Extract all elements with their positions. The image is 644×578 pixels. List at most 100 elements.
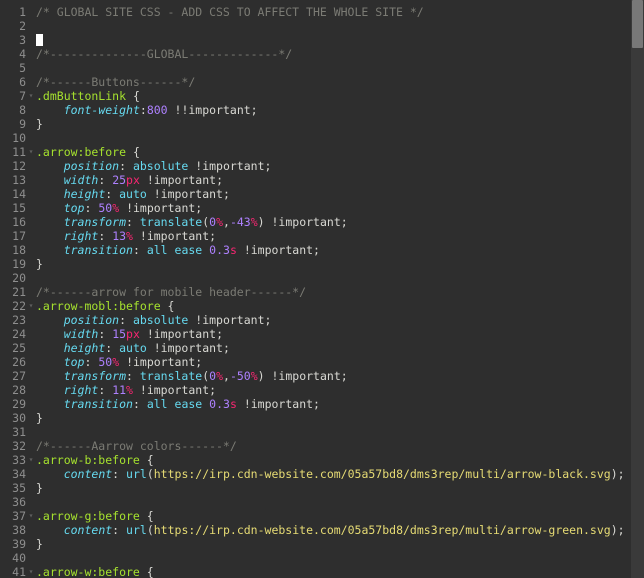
- token-plain: :: [126, 369, 140, 383]
- line-number[interactable]: 36: [0, 495, 26, 509]
- token-property: height: [64, 187, 106, 201]
- code-line[interactable]: 1/* GLOBAL SITE CSS - ADD CSS TO AFFECT …: [0, 5, 631, 19]
- code-line[interactable]: 37▾.arrow-g:before {: [0, 509, 631, 523]
- line-number[interactable]: 7: [0, 89, 26, 103]
- code-line[interactable]: 29 transition: all ease 0.3s !important;: [0, 397, 631, 411]
- code-line[interactable]: 20: [0, 271, 631, 285]
- token-property: position: [64, 159, 119, 173]
- code-line[interactable]: 38 content: url(https://irp.cdn-website.…: [0, 523, 631, 537]
- line-number[interactable]: 8: [0, 103, 26, 117]
- line-number[interactable]: 12: [0, 159, 26, 173]
- code-line[interactable]: 13 width: 25px !important;: [0, 173, 631, 187]
- line-number[interactable]: 13: [0, 173, 26, 187]
- code-line[interactable]: 35}: [0, 481, 631, 495]
- code-line[interactable]: 19}: [0, 257, 631, 271]
- fold-chevron-down-icon[interactable]: ▾: [26, 453, 36, 467]
- code-line[interactable]: 39}: [0, 537, 631, 551]
- line-number[interactable]: 17: [0, 229, 26, 243]
- line-number[interactable]: 27: [0, 369, 26, 383]
- fold-chevron-down-icon[interactable]: ▾: [26, 145, 36, 159]
- fold-spacer: [26, 229, 36, 243]
- line-number[interactable]: 9: [0, 117, 26, 131]
- line-number[interactable]: 31: [0, 425, 26, 439]
- code-line[interactable]: 30}: [0, 411, 631, 425]
- fold-chevron-down-icon[interactable]: ▾: [26, 89, 36, 103]
- line-number[interactable]: 41: [0, 565, 26, 578]
- code-line[interactable]: 16 transform: translate(0%,-43%) !import…: [0, 215, 631, 229]
- code-line[interactable]: 12 position: absolute !important;: [0, 159, 631, 173]
- code-text: width: 15px !important;: [36, 327, 631, 341]
- code-line[interactable]: 24 width: 15px !important;: [0, 327, 631, 341]
- code-line[interactable]: 8 font-weight:800 !!important;: [0, 103, 631, 117]
- code-line[interactable]: 9}: [0, 117, 631, 131]
- line-number[interactable]: 6: [0, 75, 26, 89]
- fold-chevron-down-icon[interactable]: ▾: [26, 565, 36, 578]
- vertical-scrollbar[interactable]: [631, 0, 644, 578]
- code-line[interactable]: 18 transition: all ease 0.3s !important;: [0, 243, 631, 257]
- code-line[interactable]: 2: [0, 19, 631, 33]
- code-line[interactable]: 33▾.arrow-b:before {: [0, 453, 631, 467]
- line-number[interactable]: 26: [0, 355, 26, 369]
- code-line[interactable]: 10: [0, 131, 631, 145]
- line-number[interactable]: 37: [0, 509, 26, 523]
- line-number[interactable]: 22: [0, 299, 26, 313]
- line-number[interactable]: 14: [0, 187, 26, 201]
- code-line[interactable]: 36: [0, 495, 631, 509]
- line-number[interactable]: 35: [0, 481, 26, 495]
- line-number[interactable]: 30: [0, 411, 26, 425]
- line-number[interactable]: 39: [0, 537, 26, 551]
- code-line[interactable]: 26 top: 50% !important;: [0, 355, 631, 369]
- code-line[interactable]: 4/*--------------GLOBAL-------------*/: [0, 47, 631, 61]
- line-number[interactable]: 10: [0, 131, 26, 145]
- code-line[interactable]: 23 position: absolute !important;: [0, 313, 631, 327]
- code-line[interactable]: 21/*------arrow for mobile header------*…: [0, 285, 631, 299]
- code-line[interactable]: 31: [0, 425, 631, 439]
- fold-chevron-down-icon[interactable]: ▾: [26, 299, 36, 313]
- line-number[interactable]: 5: [0, 61, 26, 75]
- code-line[interactable]: 6/*------Buttons------*/: [0, 75, 631, 89]
- code-line[interactable]: 3: [0, 33, 631, 47]
- line-number[interactable]: 24: [0, 327, 26, 341]
- line-number[interactable]: 15: [0, 201, 26, 215]
- line-number[interactable]: 25: [0, 341, 26, 355]
- line-number[interactable]: 20: [0, 271, 26, 285]
- line-number[interactable]: 23: [0, 313, 26, 327]
- token-plain: !important;: [140, 327, 223, 341]
- line-number[interactable]: 16: [0, 215, 26, 229]
- scrollbar-thumb[interactable]: [632, 0, 643, 48]
- code-line[interactable]: 41▾.arrow-w:before {: [0, 565, 631, 578]
- line-number[interactable]: 33: [0, 453, 26, 467]
- line-number[interactable]: 32: [0, 439, 26, 453]
- code-line[interactable]: 11▾.arrow:before {: [0, 145, 631, 159]
- line-number[interactable]: 40: [0, 551, 26, 565]
- line-number[interactable]: 4: [0, 47, 26, 61]
- line-number[interactable]: 21: [0, 285, 26, 299]
- line-number[interactable]: 11: [0, 145, 26, 159]
- code-line[interactable]: 5: [0, 61, 631, 75]
- line-number[interactable]: 1: [0, 5, 26, 19]
- code-line[interactable]: 22▾.arrow-mobl:before {: [0, 299, 631, 313]
- code-line[interactable]: 7▾.dmButtonLink {: [0, 89, 631, 103]
- code-line[interactable]: 25 height: auto !important;: [0, 341, 631, 355]
- fold-chevron-down-icon[interactable]: ▾: [26, 509, 36, 523]
- code-line[interactable]: 28 right: 11% !important;: [0, 383, 631, 397]
- fold-spacer: [26, 425, 36, 439]
- code-text: .arrow:before {: [36, 145, 631, 159]
- code-line[interactable]: 17 right: 13% !important;: [0, 229, 631, 243]
- code-line[interactable]: 15 top: 50% !important;: [0, 201, 631, 215]
- line-number[interactable]: 2: [0, 19, 26, 33]
- line-number[interactable]: 29: [0, 397, 26, 411]
- code-line[interactable]: 14 height: auto !important;: [0, 187, 631, 201]
- line-number[interactable]: 28: [0, 383, 26, 397]
- token-plain: [36, 103, 64, 117]
- line-number[interactable]: 38: [0, 523, 26, 537]
- code-line[interactable]: 27 transform: translate(0%,-50%) !import…: [0, 369, 631, 383]
- code-line[interactable]: 32/*------Aarrow colors------*/: [0, 439, 631, 453]
- code-line[interactable]: 34 content: url(https://irp.cdn-website.…: [0, 467, 631, 481]
- line-number[interactable]: 19: [0, 257, 26, 271]
- line-number[interactable]: 18: [0, 243, 26, 257]
- fold-spacer: [26, 271, 36, 285]
- code-line[interactable]: 40: [0, 551, 631, 565]
- line-number[interactable]: 34: [0, 467, 26, 481]
- line-number[interactable]: 3: [0, 33, 26, 47]
